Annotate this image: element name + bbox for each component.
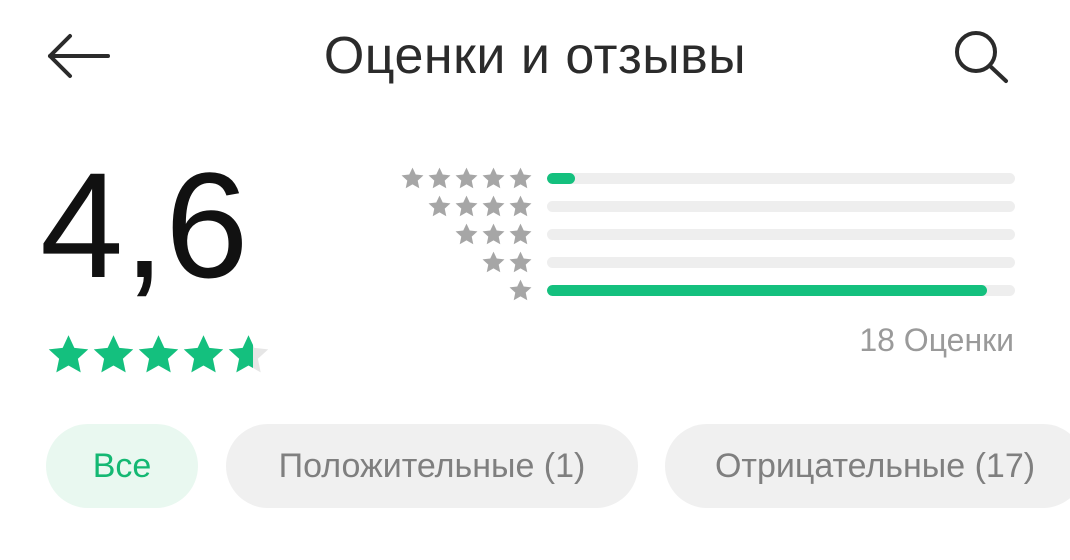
filter-all-chip[interactable]: Все [46,424,198,508]
star-icon [401,167,424,189]
star-icon [482,167,505,189]
star-icon [509,251,532,273]
star-icon [455,223,478,245]
histogram-bar-track [547,229,1015,240]
star-icon [482,251,505,273]
star-icon [93,335,134,373]
star-icon [48,335,89,373]
star-icon [509,223,532,245]
histogram-row-3 [400,218,1016,246]
star-icon [455,167,478,189]
page-title: Оценки и отзывы [323,27,747,85]
filter-positive-chip[interactable]: Положительные (1) [226,424,638,508]
histogram-bar-fill [547,285,987,296]
histogram-stars [426,194,534,218]
histogram-stars [453,222,534,246]
histogram-row-5 [400,162,1016,190]
star-icon [138,335,179,373]
star-icon [183,335,224,373]
histogram-bar-track [547,201,1015,212]
star-icon [482,223,505,245]
average-stars [46,332,271,376]
star-icon [428,195,451,217]
average-rating: 4,6 [40,141,249,309]
star-icon [228,335,269,373]
star-icon [509,167,532,189]
search-icon [955,31,1008,83]
histogram-bar-fill [547,173,576,184]
histogram-bar-track [547,285,1015,296]
histogram-row-2 [400,246,1016,274]
star-icon [455,195,478,217]
filter-negative-chip[interactable]: Отрицательные (17) [665,424,1070,508]
ratings-page: Оценки и отзывы 4,6 18 Оценки Все Положи… [0,0,1070,560]
star-icon [509,195,532,217]
star-icon [482,195,505,217]
star-icon [509,279,532,301]
histogram-bar-track [547,257,1015,268]
histogram-row-4 [400,190,1016,218]
histogram-row-1 [400,274,1016,302]
star-icon [428,167,451,189]
histogram-stars [480,250,534,274]
search-button[interactable] [948,26,1014,86]
histogram-stars [399,166,534,190]
histogram-stars [507,278,534,302]
rating-histogram [400,162,1016,302]
histogram-bar-track [547,173,1015,184]
ratings-count: 18 Оценки [859,322,1014,358]
